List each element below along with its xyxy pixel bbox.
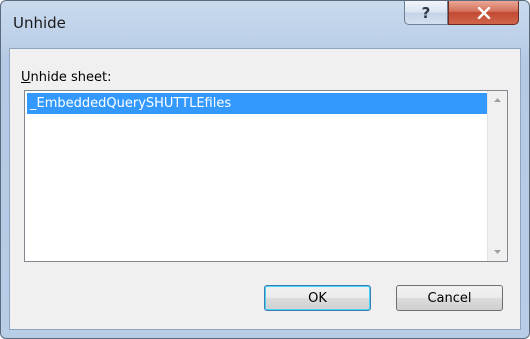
arrow-up-icon — [494, 98, 501, 102]
label-accelerator: U — [21, 70, 31, 85]
unhide-sheet-label: Unhide sheet: — [21, 70, 111, 85]
ok-button[interactable]: OK — [264, 285, 371, 311]
arrow-down-icon — [494, 250, 501, 254]
help-button[interactable]: ? — [404, 1, 448, 25]
label-text: nhide sheet: — [30, 70, 112, 85]
help-icon: ? — [421, 3, 431, 22]
scroll-up-button[interactable] — [488, 91, 507, 109]
close-button[interactable] — [448, 1, 519, 25]
cancel-button[interactable]: Cancel — [396, 285, 503, 311]
window-title: Unhide — [13, 14, 66, 32]
dialog-body: Unhide sheet: _EmbeddedQuerySHUTTLEfiles… — [9, 48, 521, 330]
close-icon — [477, 6, 490, 19]
sheet-list-item[interactable]: _EmbeddedQuerySHUTTLEfiles — [27, 93, 487, 114]
sheet-listbox[interactable]: _EmbeddedQuerySHUTTLEfiles — [24, 90, 508, 262]
unhide-dialog-window: Unhide ? Unhide sheet: _EmbeddedQuerySHU… — [0, 0, 530, 339]
vertical-scrollbar[interactable] — [487, 91, 507, 261]
scroll-down-button[interactable] — [488, 243, 507, 261]
